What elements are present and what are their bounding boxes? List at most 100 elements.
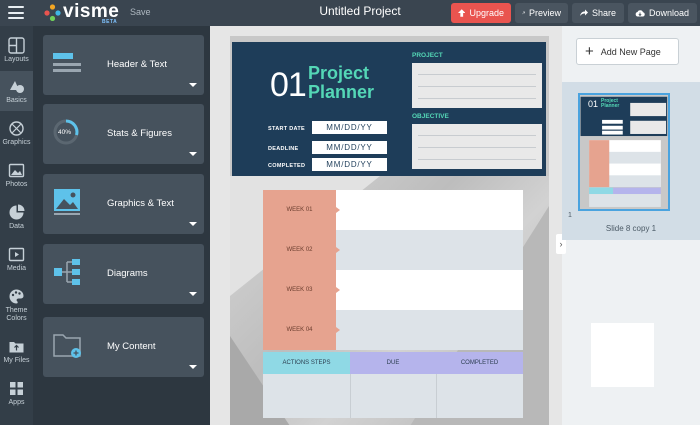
- slide-number-label: 1: [568, 212, 572, 219]
- rail-item-photos[interactable]: Photos: [0, 155, 33, 195]
- rail-label: Media: [6, 265, 27, 272]
- diagram-icon: [54, 259, 80, 285]
- plus-icon: +: [585, 43, 594, 60]
- rail-item-graphics[interactable]: Graphics: [0, 113, 33, 153]
- slide-thumbnail[interactable]: 01 Project Planner: [578, 93, 670, 211]
- rail-item-layouts[interactable]: Layouts: [0, 30, 33, 70]
- palette-icon: [9, 289, 24, 304]
- slide-title-line1: Project: [308, 63, 370, 83]
- rail-label: Theme Colors: [5, 307, 28, 322]
- download-button[interactable]: Download: [628, 3, 697, 23]
- rail-label: Basics: [6, 97, 27, 104]
- slide-name-label[interactable]: Slide 8 copy 1: [562, 224, 700, 233]
- graphics-icon: [9, 121, 24, 136]
- arrow-icon: [522, 11, 525, 15]
- files-icon: [9, 342, 24, 353]
- week-label: WEEK 04: [263, 310, 340, 350]
- completed-field[interactable]: MM/DD/YY: [312, 158, 387, 171]
- share-label: Share: [592, 8, 617, 18]
- layouts-icon: [8, 37, 25, 54]
- project-label: PROJECT: [412, 52, 443, 59]
- apps-icon: [10, 382, 23, 395]
- upgrade-icon: [458, 9, 466, 17]
- thumbnail-title-line2: Planner: [601, 103, 620, 109]
- deadline-field[interactable]: MM/DD/YY: [312, 141, 387, 154]
- card-header-text[interactable]: Header & Text: [43, 35, 204, 95]
- slide-canvas[interactable]: 01 Project Planner START DATE MM/DD/YY D…: [230, 36, 549, 425]
- card-graphics-text[interactable]: Graphics & Text: [43, 174, 204, 234]
- visme-logo-icon: [44, 4, 61, 21]
- weeks-table[interactable]: WEEK 01 WEEK 02 WEEK 03 WEEK 04: [263, 190, 523, 350]
- slide-title[interactable]: Project Planner: [308, 64, 408, 102]
- chevron-down-icon[interactable]: [189, 152, 197, 156]
- card-label: Graphics & Text: [107, 198, 174, 209]
- start-date-label: START DATE: [268, 126, 306, 132]
- left-icon-rail: Layouts Basics Graphics Photos Data Medi…: [0, 26, 33, 425]
- project-box[interactable]: [412, 63, 542, 108]
- rail-item-media[interactable]: Media: [0, 239, 33, 279]
- download-label: Download: [649, 8, 690, 18]
- header-text-icon: [53, 53, 81, 72]
- visme-logo[interactable]: visme BETA: [44, 1, 120, 25]
- chevron-down-icon[interactable]: [189, 222, 197, 226]
- card-label: My Content: [107, 341, 156, 352]
- beta-badge: BETA: [102, 19, 118, 25]
- save-link[interactable]: Save: [130, 7, 151, 17]
- card-diagrams[interactable]: Diagrams: [43, 244, 204, 304]
- rail-item-data[interactable]: Data: [0, 197, 33, 237]
- rail-label: Graphics: [2, 139, 31, 146]
- upgrade-button[interactable]: Upgrade: [451, 3, 511, 23]
- objective-box[interactable]: [412, 124, 542, 169]
- media-icon: [8, 247, 25, 262]
- add-new-page-label: Add New Page: [600, 46, 661, 57]
- basics-icon: [10, 81, 24, 93]
- chevron-down-icon[interactable]: [189, 365, 197, 369]
- week-row[interactable]: WEEK 01: [263, 190, 523, 230]
- card-my-content[interactable]: My Content: [43, 317, 204, 377]
- column-divider: [436, 374, 437, 418]
- document-title[interactable]: Untitled Project: [300, 4, 420, 18]
- slide-thumbnail-item[interactable]: 01 Project Planner 1 Slide 8 copy 1: [562, 82, 700, 240]
- card-label: Stats & Figures: [107, 128, 172, 139]
- column-divider: [350, 374, 351, 418]
- start-date-field[interactable]: MM/DD/YY: [312, 121, 387, 134]
- card-stats-figures[interactable]: 40% Stats & Figures: [43, 104, 204, 164]
- rail-item-apps[interactable]: Apps: [0, 373, 33, 413]
- week-label: WEEK 01: [263, 190, 340, 230]
- hamburger-menu-icon[interactable]: [8, 6, 24, 19]
- chevron-down-icon[interactable]: [189, 83, 197, 87]
- week-row[interactable]: WEEK 03: [263, 270, 523, 310]
- chevron-down-icon[interactable]: [189, 292, 197, 296]
- cloud-download-icon: [635, 10, 645, 17]
- rail-label: Layouts: [4, 56, 29, 63]
- slide-title-line2: Planner: [308, 82, 375, 102]
- components-panel: Header & Text 40% Stats & Figures Graphi…: [33, 26, 210, 425]
- thumbnail-number: 01: [588, 99, 599, 109]
- rail-label: My Files: [3, 357, 30, 364]
- objective-label: OBJECTIVE: [412, 113, 449, 120]
- week-row[interactable]: WEEK 02: [263, 230, 523, 270]
- add-new-page-button[interactable]: + Add New Page: [576, 38, 679, 65]
- week-label: WEEK 02: [263, 230, 340, 270]
- rail-item-my-files[interactable]: My Files: [0, 331, 33, 371]
- card-label: Diagrams: [107, 268, 148, 279]
- thumbnail-title: Project Planner: [601, 99, 619, 109]
- blank-page-placeholder[interactable]: [591, 323, 654, 387]
- preview-button[interactable]: Preview: [515, 3, 568, 23]
- image-icon: [54, 189, 80, 215]
- preview-label: Preview: [528, 8, 561, 18]
- completed-header: COMPLETED: [436, 352, 523, 374]
- share-button[interactable]: Share: [572, 3, 624, 23]
- rail-item-basics[interactable]: Basics: [0, 71, 33, 111]
- completed-label: COMPLETED: [268, 163, 306, 169]
- actions-table[interactable]: ACTIONS STEPS DUE COMPLETED: [263, 352, 523, 418]
- week-row[interactable]: WEEK 04: [263, 310, 523, 350]
- pages-panel: › + Add New Page 01 Project Planner 1 Sl…: [556, 26, 700, 425]
- rail-item-theme-colors[interactable]: Theme Colors: [0, 281, 33, 329]
- rail-label: Apps: [8, 399, 25, 406]
- stats-percent-badge: 40%: [58, 129, 72, 136]
- slide-header-block[interactable]: 01 Project Planner START DATE MM/DD/YY D…: [232, 42, 546, 176]
- slide-number-heading[interactable]: 01: [270, 66, 307, 105]
- due-header: DUE: [350, 352, 436, 374]
- folder-icon: [53, 334, 81, 358]
